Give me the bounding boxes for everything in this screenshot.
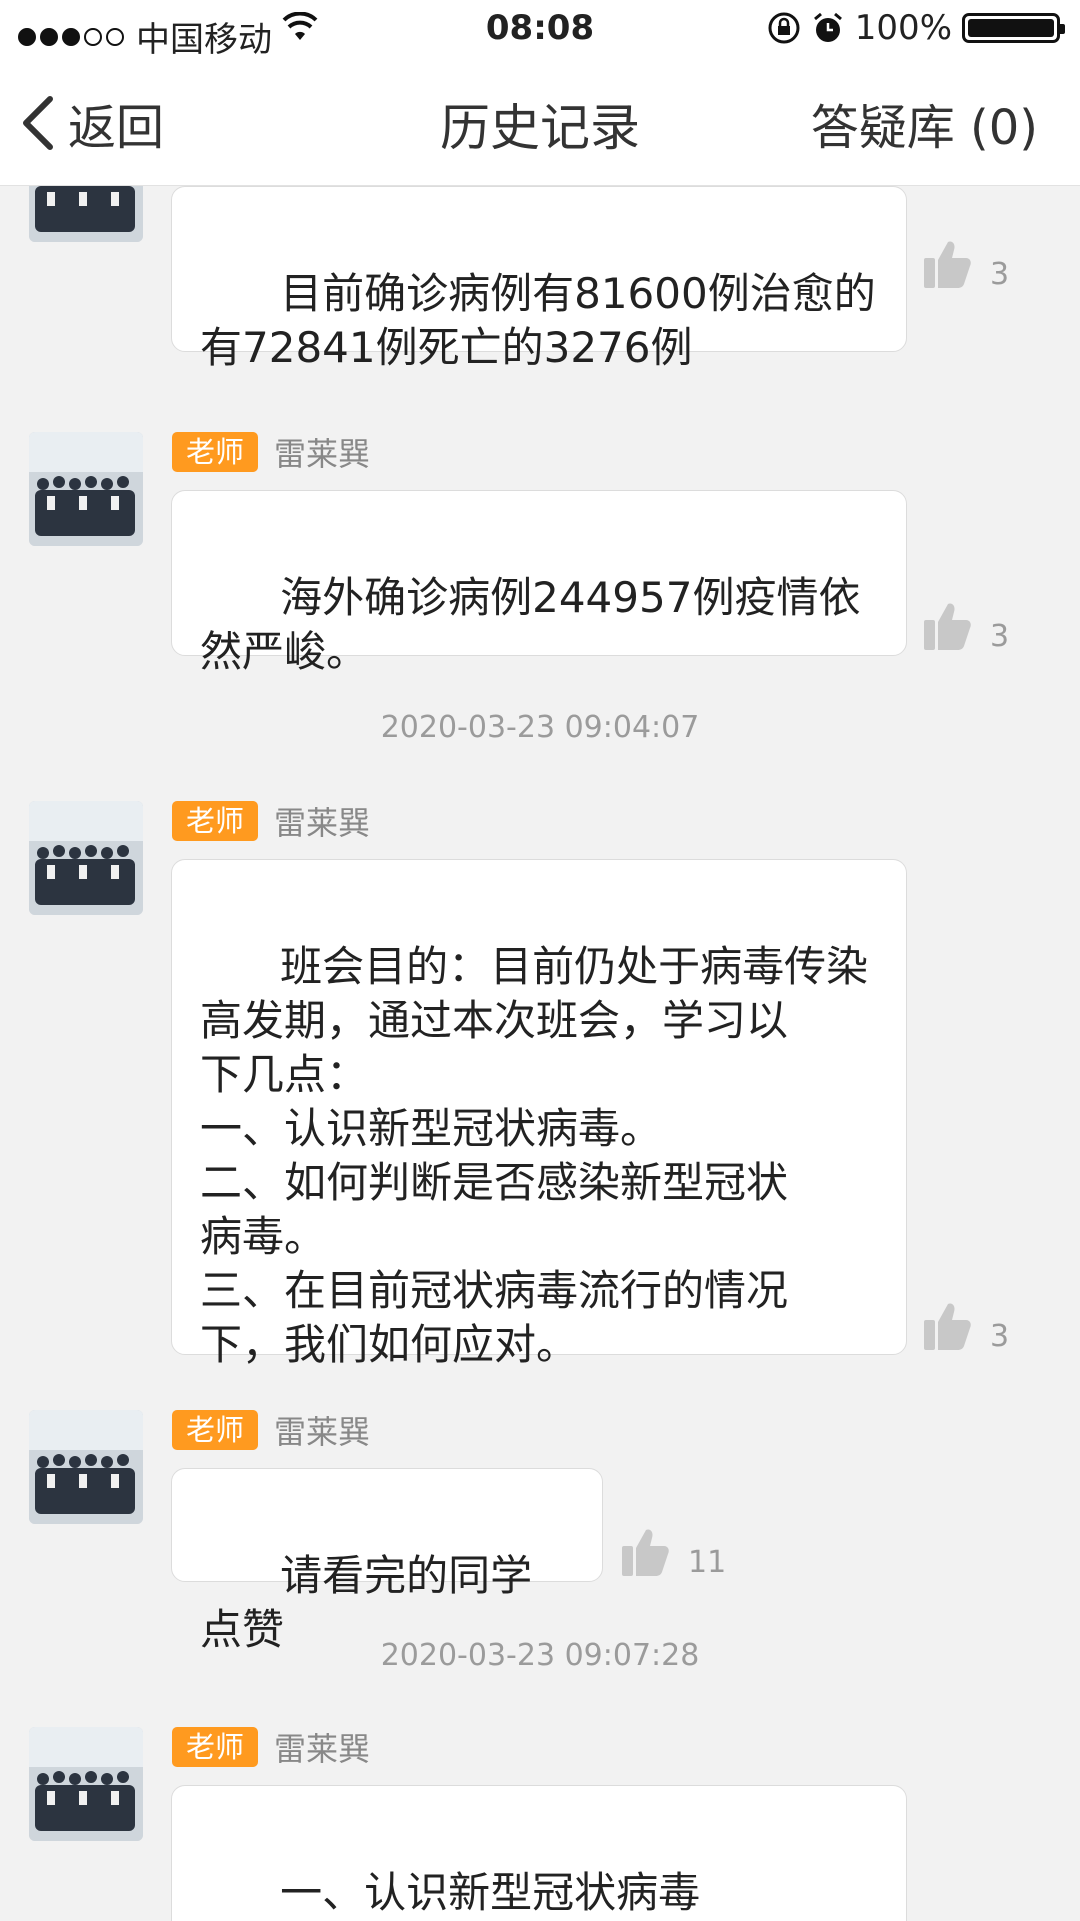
thumbs-up-icon	[924, 241, 971, 288]
message-text: 班会目的：目前仍处于病毒传染 高发期，通过本次班会，学习以 下几点： 一、认识新…	[200, 942, 869, 1369]
timestamp: 2020-03-23 09:04:07	[380, 710, 700, 745]
sender-name: 雷莱巽	[274, 1730, 371, 1768]
sender-name: 雷莱巽	[274, 1413, 371, 1451]
thumbs-up-icon	[924, 603, 971, 650]
role-badge: 老师	[172, 1727, 259, 1767]
qa-library-button[interactable]: 答疑库 (0)	[811, 88, 1038, 158]
message-bubble[interactable]: 请看完的同学点赞	[171, 1468, 603, 1654]
thumbs-up-icon	[924, 1303, 971, 1350]
message-bubble[interactable]: 班会目的：目前仍处于病毒传染 高发期，通过本次班会，学习以 下几点： 一、认识新…	[171, 859, 907, 1369]
message-meta: 老师 雷莱巽	[172, 1410, 371, 1451]
like-count: 3	[990, 1319, 1010, 1354]
alarm-icon	[813, 12, 842, 42]
battery-icon	[962, 13, 1065, 43]
timestamp: 2020-03-23 09:07:28	[380, 1638, 700, 1673]
avatar[interactable]	[29, 1727, 143, 1841]
message-bubble[interactable]: 一、认识新型冠状病毒 冠状病毒是一类主要引起呼吸	[171, 1785, 907, 1921]
message-text: 目前确诊病例有81600例治愈的 有72841例死亡的3276例	[200, 269, 876, 372]
avatar[interactable]	[29, 1410, 143, 1524]
thumbs-up-icon	[622, 1529, 669, 1576]
message-bubble[interactable]: 海外确诊病例244957例疫情依 然严峻。	[171, 490, 907, 676]
like-button[interactable]: 3	[922, 238, 1009, 290]
message-meta: 老师 雷莱巽	[172, 1727, 371, 1768]
avatar[interactable]	[29, 432, 143, 546]
avatar[interactable]	[29, 186, 143, 242]
sender-name: 雷莱巽	[274, 804, 371, 842]
battery-percent: 100%	[854, 8, 952, 48]
status-bar: 中国移动 08:08 100%	[0, 0, 1080, 60]
avatar[interactable]	[29, 801, 143, 915]
message-text: 一、认识新型冠状病毒 冠状病毒是一类主要引起呼吸	[280, 1868, 701, 1917]
like-button[interactable]: 11	[620, 1526, 726, 1578]
sender-name: 雷莱巽	[274, 435, 371, 473]
nav-bar: 返回 历史记录 答疑库 (0)	[0, 58, 1080, 186]
like-button[interactable]: 3	[922, 1300, 1009, 1352]
rotation-lock-icon	[768, 12, 800, 44]
message-text: 海外确诊病例244957例疫情依 然严峻。	[200, 573, 861, 676]
like-button[interactable]: 3	[922, 600, 1009, 652]
chat-history[interactable]: 目前确诊病例有81600例治愈的 有72841例死亡的3276例 3 老师 雷莱…	[0, 186, 1080, 1921]
message-bubble[interactable]: 目前确诊病例有81600例治愈的 有72841例死亡的3276例	[171, 186, 907, 372]
message-meta: 老师 雷莱巽	[172, 801, 371, 842]
role-badge: 老师	[172, 801, 259, 841]
like-count: 3	[990, 257, 1010, 292]
like-count: 3	[990, 619, 1010, 654]
like-count: 11	[688, 1545, 727, 1580]
role-badge: 老师	[172, 432, 259, 472]
message-meta: 老师 雷莱巽	[172, 432, 371, 473]
role-badge: 老师	[172, 1410, 259, 1450]
